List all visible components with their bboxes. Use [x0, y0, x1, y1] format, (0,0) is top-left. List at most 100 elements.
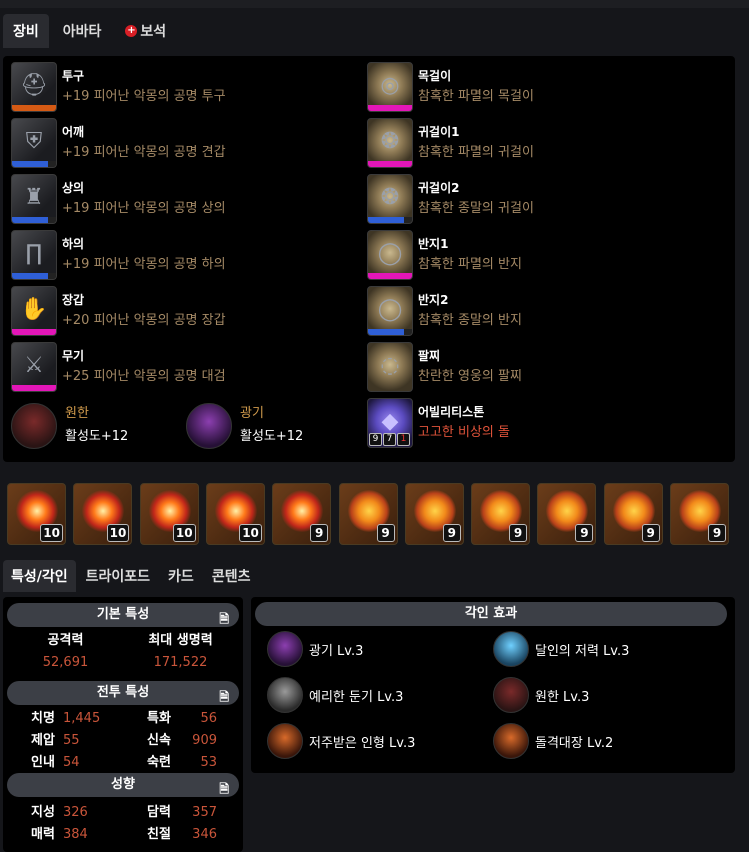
stat-row: 특화 56	[147, 710, 217, 728]
engraving-book-text: 광기 활성도+12	[240, 405, 303, 447]
gem-slot[interactable]: 10	[73, 483, 133, 545]
equipment-slot[interactable]: ∏ 하의 +19 피어난 악몽의 공명 하의	[11, 230, 226, 282]
equipment-slot[interactable]: ⚔ 무기 +25 피어난 악몽의 공명 대검	[11, 342, 226, 394]
equipment-text: 상의 +19 피어난 악몽의 공명 상의	[62, 174, 226, 218]
engraving-effect[interactable]: 돌격대장 Lv.2	[493, 722, 613, 760]
quality-bar	[368, 161, 412, 167]
document-icon[interactable]: 🗎	[219, 607, 229, 631]
ability-stone-text: 어빌리티스톤 고고한 비상의 돌	[418, 398, 510, 442]
stat-label: 신속	[147, 733, 171, 748]
document-icon[interactable]: 🗎	[219, 685, 229, 709]
grudge-icon	[11, 403, 57, 449]
gem-slot[interactable]: 9	[670, 483, 729, 545]
stat-row: 친절 346	[147, 826, 217, 844]
engraving-effect[interactable]: 광기 Lv.3	[267, 630, 363, 668]
main-tabs: 장비 아바타 + 보석	[3, 14, 176, 48]
engraving-effect-label: 저주받은 인형 Lv.3	[309, 735, 416, 751]
equipment-thumbnail[interactable]: ❂	[367, 174, 413, 224]
equipment-slot[interactable]: ✋ 장갑 +20 피어난 악몽의 공명 장갑	[11, 286, 226, 338]
tab-card[interactable]: 카드	[160, 560, 202, 592]
equipment-slot[interactable]: ⛑ 투구 +19 피어난 악몽의 공명 투구	[11, 62, 226, 114]
stat-value: 55	[63, 733, 80, 748]
equipment-slot-label: 장갑	[62, 293, 85, 307]
equipment-thumbnail[interactable]: ♜	[11, 174, 57, 224]
equipment-slot[interactable]: ◯ 반지1 참혹한 파멸의 반지	[367, 230, 522, 282]
tab-content[interactable]: 콘텐츠	[204, 560, 259, 592]
engraving-book-value: 활성도+12	[65, 429, 129, 444]
equipment-text: 목걸이 참혹한 파멸의 목걸이	[418, 62, 534, 106]
engraving-book-name: 광기	[240, 406, 264, 421]
ability-stone-thumbnail[interactable]: ◆ 9 7 1	[367, 398, 413, 448]
gem-level: 10	[40, 524, 63, 542]
tab-avatar[interactable]: 아바타	[53, 14, 112, 48]
equipment-thumbnail[interactable]: ⛨	[11, 118, 57, 168]
stat-row: 신속 909	[147, 732, 217, 750]
engraving-effects-header: 각인 효과	[255, 602, 727, 626]
equipment-panel: ⛑ 투구 +19 피어난 악몽의 공명 투구 ⛨ 어깨 +19 피어난 악몽의 공명 견갑…	[3, 56, 735, 462]
tab-tripod[interactable]: 트라이포드	[78, 560, 158, 592]
engraving-effect-label: 달인의 저력 Lv.3	[535, 643, 630, 659]
gem-slot[interactable]: 9	[603, 483, 663, 545]
quality-bar	[368, 273, 412, 279]
document-icon[interactable]: 🗎	[219, 777, 229, 801]
tab-equipment[interactable]: 장비	[3, 14, 49, 48]
attack-power: 공격력 52,691	[8, 632, 123, 672]
engraving-effect[interactable]: 달인의 저력 Lv.3	[493, 630, 629, 668]
equipment-slot[interactable]: ◯ 반지2 참혹한 종말의 반지	[367, 286, 522, 338]
engraving-effect[interactable]: 저주받은 인형 Lv.3	[267, 722, 415, 760]
ability-stone-slot[interactable]: ◆ 9 7 1 어빌리티스톤 고고한 비상의 돌	[367, 398, 510, 450]
equipment-name: 참혹한 종말의 반지	[418, 313, 522, 328]
stat-value: 346	[192, 827, 217, 842]
equipment-text: 반지1 참혹한 파멸의 반지	[418, 230, 522, 274]
engraving-effect-label: 광기 Lv.3	[309, 643, 364, 659]
equipment-name: 참혹한 종말의 귀걸이	[418, 201, 534, 216]
equipment-slot[interactable]: ❂ 귀걸이1 참혹한 파멸의 귀걸이	[367, 118, 534, 170]
gem-slot[interactable]: 9	[404, 483, 464, 545]
quality-bar	[12, 161, 56, 167]
gem-slot[interactable]: 9	[338, 483, 398, 545]
equipment-thumbnail[interactable]: ❂	[367, 118, 413, 168]
stone-level: 1	[397, 433, 410, 446]
equipment-thumbnail[interactable]: ◌	[367, 342, 413, 392]
equipment-slot[interactable]: ◎ 목걸이 참혹한 파멸의 목걸이	[367, 62, 534, 114]
gem-level: 9	[376, 524, 395, 542]
gem-slot[interactable]: 10	[205, 483, 265, 545]
tab-traits[interactable]: 특성/각인	[3, 560, 76, 592]
tendency-header: 성향 🗎	[7, 773, 239, 797]
gem-slot[interactable]: 9	[272, 483, 332, 545]
equipment-thumbnail[interactable]: ✋	[11, 286, 57, 336]
new-badge-icon: +	[125, 25, 138, 37]
grudge-icon	[493, 677, 529, 713]
engraving-book[interactable]: 광기 활성도+12	[186, 403, 303, 449]
hp-value: 171,522	[153, 655, 208, 670]
gem-slot[interactable]: 9	[537, 483, 597, 545]
greatsword-icon: ⚔	[24, 352, 44, 378]
equipment-thumbnail[interactable]: ⚔	[11, 342, 57, 392]
gem-level: 9	[310, 524, 329, 542]
equipment-text: 장갑 +20 피어난 악몽의 공명 장갑	[62, 286, 226, 330]
gem-slot[interactable]: 9	[471, 483, 531, 545]
engraving-effect[interactable]: 원한 Lv.3	[493, 676, 589, 714]
equipment-name: +19 피어난 악몽의 공명 견갑	[62, 145, 226, 160]
attack-value: 52,691	[42, 655, 89, 670]
gem-slot[interactable]: 10	[139, 483, 199, 545]
stat-label: 특화	[147, 711, 171, 726]
equipment-thumbnail[interactable]: ⛑	[11, 62, 57, 112]
equipment-thumbnail[interactable]: ◎	[367, 62, 413, 112]
tab-gem[interactable]: + 보석	[115, 14, 176, 48]
equipment-slot[interactable]: ❂ 귀걸이2 참혹한 종말의 귀걸이	[367, 174, 534, 226]
equipment-thumbnail[interactable]: ◯	[367, 230, 413, 280]
equipment-name: 참혹한 파멸의 귀걸이	[418, 145, 534, 160]
equipment-slot-label: 상의	[62, 181, 85, 195]
equipment-slot[interactable]: ♜ 상의 +19 피어난 악몽의 공명 상의	[11, 174, 226, 226]
equipment-text: 반지2 참혹한 종말의 반지	[418, 286, 522, 330]
equipment-slot[interactable]: ◌ 팔찌 찬란한 영웅의 팔찌	[367, 342, 522, 394]
gem-slot[interactable]: 10	[7, 483, 66, 545]
bracelet-icon: ◌	[380, 352, 400, 378]
equipment-thumbnail[interactable]: ∏	[11, 230, 57, 280]
equipment-slot[interactable]: ⛨ 어깨 +19 피어난 악몽의 공명 견갑	[11, 118, 226, 170]
engraving-effect[interactable]: 예리한 둔기 Lv.3	[267, 676, 403, 714]
engraving-book[interactable]: 원한 활성도+12	[11, 403, 128, 449]
equipment-slot-label: 귀걸이2	[418, 181, 460, 195]
equipment-thumbnail[interactable]: ◯	[367, 286, 413, 336]
